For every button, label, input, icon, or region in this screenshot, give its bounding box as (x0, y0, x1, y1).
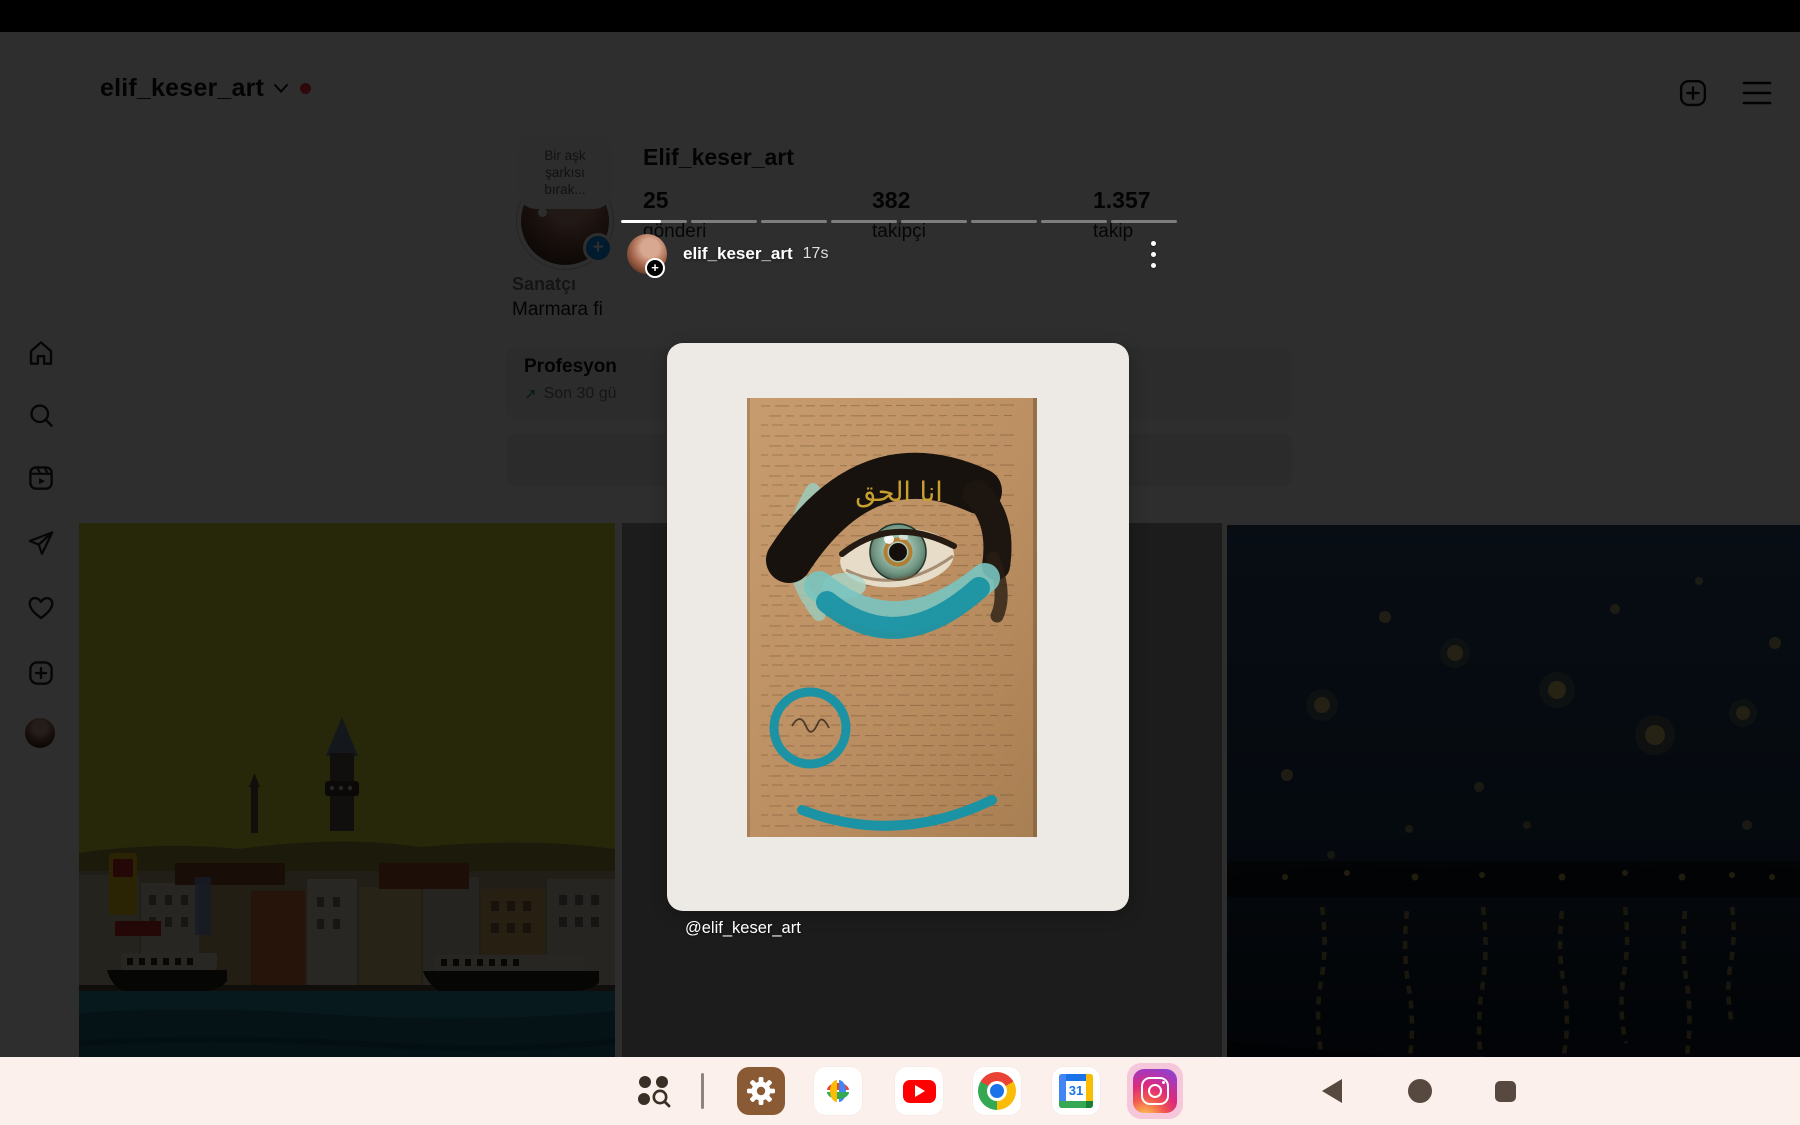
calligraphy-text: انا الحق (855, 477, 943, 508)
story-artwork-frame: انا الحق (667, 343, 1129, 911)
calendar-day-label: 31 (1066, 1081, 1086, 1101)
story-progress-segment (1041, 220, 1107, 223)
story-progress-segment (761, 220, 827, 223)
story-more-options-icon[interactable] (1151, 235, 1157, 274)
nav-back-button[interactable] (1322, 1079, 1342, 1103)
story-progress-segment (1111, 220, 1177, 223)
story-mention-tag[interactable]: @elif_keser_art (685, 919, 801, 938)
story-add-badge[interactable]: + (645, 258, 665, 278)
story-artwork-canvas: انا الحق (747, 398, 1037, 837)
story-progress-segment (971, 220, 1037, 223)
instagram-icon[interactable] (1127, 1063, 1183, 1119)
taskbar-separator (701, 1073, 704, 1109)
app-launcher-icon[interactable] (633, 1071, 673, 1111)
nav-recents-button[interactable] (1495, 1081, 1516, 1102)
story-progress (621, 220, 1177, 223)
story-username[interactable]: elif_keser_art (683, 244, 793, 264)
story-progress-segment (901, 220, 967, 223)
nav-home-button[interactable] (1408, 1079, 1432, 1103)
story-viewer[interactable]: + elif_keser_art 17s (615, 210, 1183, 1057)
story-avatar[interactable]: + (627, 234, 667, 274)
screen: { "app": { "header": { "username": "elif… (0, 0, 1800, 1125)
story-progress-segment (831, 220, 897, 223)
google-calendar-icon[interactable]: 31 (1052, 1067, 1100, 1115)
story-timestamp: 17s (803, 245, 829, 263)
story-progress-segment (621, 220, 687, 223)
youtube-icon[interactable] (895, 1067, 943, 1115)
system-top-bar (0, 0, 1800, 32)
settings-icon[interactable] (737, 1067, 785, 1115)
chrome-icon[interactable] (973, 1067, 1021, 1115)
story-progress-segment (691, 220, 757, 223)
google-photos-icon[interactable] (814, 1067, 862, 1115)
